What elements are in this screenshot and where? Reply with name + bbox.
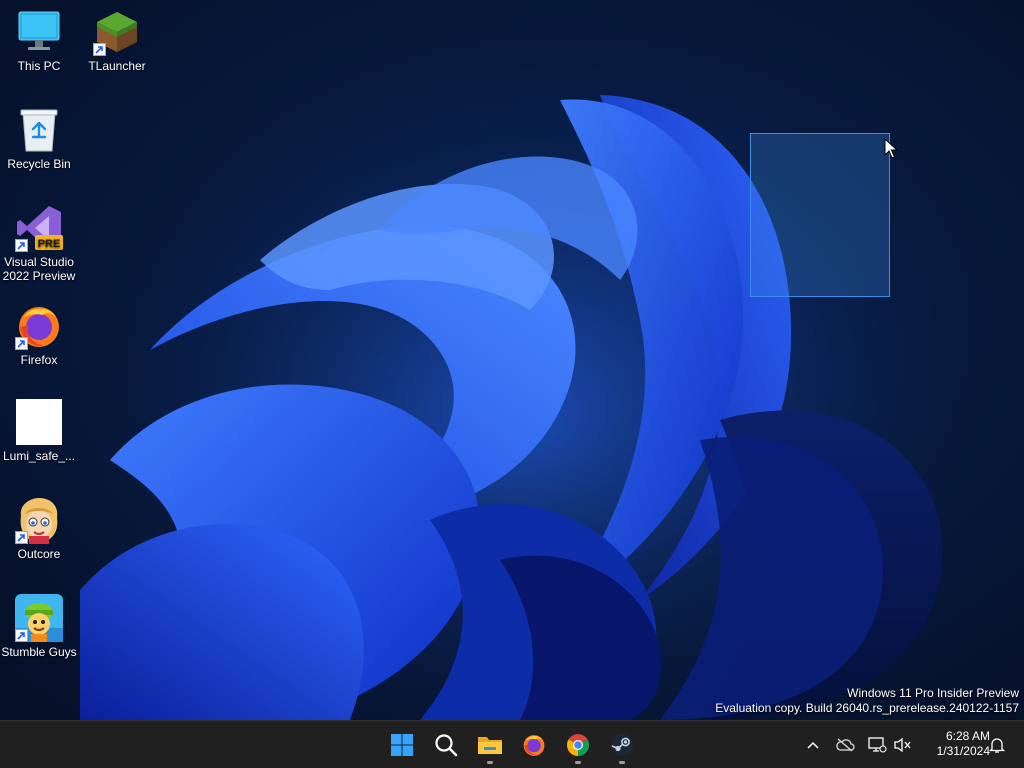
desktop-icon-this-pc[interactable]: This PC [0, 8, 78, 73]
watermark-edition: Windows 11 Pro Insider Preview [847, 686, 1019, 700]
tray-show-hidden-icons[interactable] [800, 731, 826, 759]
tray-onedrive[interactable] [832, 731, 858, 759]
desktop-icon-visual-studio[interactable]: PRE Visual Studio 2022 Preview [0, 204, 78, 283]
notification-bell-icon [988, 738, 1006, 753]
search-icon [435, 734, 458, 757]
drag-selection-rectangle [750, 133, 890, 297]
desktop[interactable]: This PC TLauncher Recycle Bin PRE Visual… [0, 0, 1024, 720]
desktop-icon-label: Firefox [20, 353, 58, 367]
tray-volume[interactable] [890, 731, 916, 759]
wallpaper-bloom [60, 90, 980, 720]
grass-block-icon [93, 8, 141, 56]
windows-start-icon [391, 734, 413, 756]
desktop-icon-firefox[interactable]: Firefox [0, 302, 78, 367]
taskbar-start-button[interactable] [382, 725, 422, 765]
outcore-character-icon [15, 496, 63, 544]
taskbar-steam-button[interactable] [602, 725, 642, 765]
desktop-icon-label: This PC [17, 59, 61, 73]
pre-badge: PRE [38, 238, 61, 250]
desktop-icon-label: Visual Studio 2022 Preview [2, 255, 76, 283]
visual-studio-icon: PRE [15, 204, 63, 252]
taskbar-file-explorer-button[interactable] [470, 725, 510, 765]
running-indicator [575, 761, 581, 764]
desktop-icon-label: Stumble Guys [1, 645, 77, 659]
clock-date: 1/31/2024 [936, 744, 990, 758]
tray-notifications[interactable] [984, 731, 1010, 759]
folder-icon [478, 737, 502, 754]
onedrive-offline-icon [836, 738, 855, 752]
shortcut-arrow-icon [15, 629, 28, 642]
shortcut-arrow-icon [15, 239, 28, 252]
tray-network[interactable] [864, 731, 890, 759]
running-indicator [619, 761, 625, 764]
desktop-icon-label: Recycle Bin [7, 157, 71, 171]
firefox-icon [523, 735, 545, 756]
volume-muted-icon [894, 737, 911, 753]
network-icon [868, 737, 887, 753]
desktop-icon-lumi-safe[interactable]: Lumi_safe_... [0, 398, 78, 463]
firefox-icon [15, 302, 63, 350]
desktop-icon-stumble-guys[interactable]: Stumble Guys [0, 594, 78, 659]
desktop-icon-outcore[interactable]: Outcore [0, 496, 78, 561]
taskbar: 6:28 AM 1/31/2024 [0, 720, 1024, 768]
steam-icon [611, 734, 633, 756]
stumble-guys-icon [15, 594, 63, 642]
shortcut-arrow-icon [93, 43, 106, 56]
desktop-icon-label: Outcore [17, 547, 61, 561]
taskbar-search-button[interactable] [426, 725, 466, 765]
running-indicator [487, 761, 493, 764]
taskbar-firefox-button[interactable] [514, 725, 554, 765]
taskbar-clock[interactable]: 6:28 AM 1/31/2024 [918, 729, 990, 759]
desktop-icon-recycle-bin[interactable]: Recycle Bin [0, 106, 78, 171]
clock-time: 6:28 AM [945, 729, 990, 743]
taskbar-chrome-button[interactable] [558, 725, 598, 765]
windows-evaluation-watermark: Windows 11 Pro Insider Preview Evaluatio… [715, 686, 1019, 716]
chevron-up-icon [807, 741, 819, 749]
recycle-bin-icon [15, 106, 63, 154]
mouse-pointer-icon [884, 138, 898, 159]
blank-file-icon [15, 398, 63, 446]
shortcut-arrow-icon [15, 337, 28, 350]
chrome-icon [567, 734, 589, 756]
desktop-icon-label: TLauncher [88, 59, 146, 73]
monitor-icon [15, 8, 63, 56]
desktop-icon-tlauncher[interactable]: TLauncher [78, 8, 156, 73]
shortcut-arrow-icon [15, 531, 28, 544]
desktop-icon-label: Lumi_safe_... [2, 449, 76, 463]
watermark-build: Evaluation copy. Build 26040.rs_prerelea… [715, 701, 1019, 715]
